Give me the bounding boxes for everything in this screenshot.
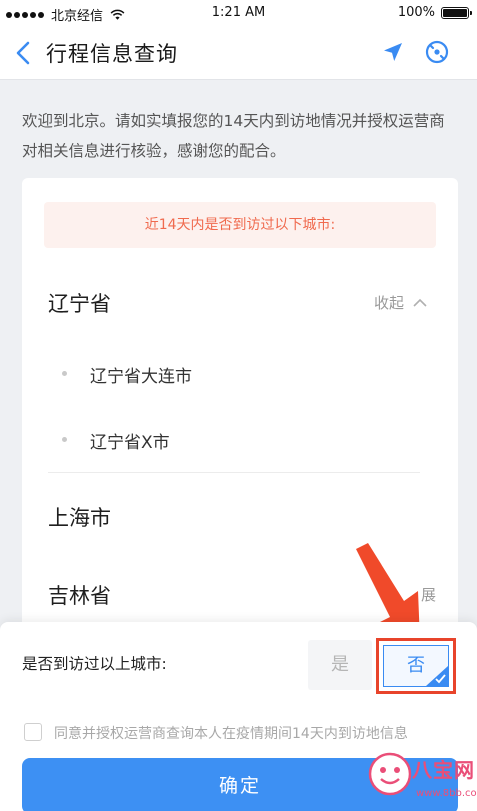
bullet-dot — [62, 437, 67, 442]
list-item: 辽宁省大连市 — [22, 356, 458, 392]
watermark-logo-icon — [368, 752, 412, 796]
status-bar: 北京经信 1:21 AM 100% — [0, 0, 477, 26]
option-no-button[interactable]: 否 — [383, 645, 449, 687]
province-row-shanghai[interactable]: 上海市 — [22, 496, 458, 536]
watermark-url: www.8bb.com — [416, 788, 477, 799]
back-arrow-icon[interactable] — [14, 40, 32, 66]
option-no-label: 否 — [407, 655, 425, 676]
visit-question: 是否到访过以上城市: — [22, 655, 167, 673]
battery-icon — [441, 6, 472, 19]
collapse-toggle[interactable]: 收起 — [374, 292, 428, 313]
nav-bar: 行程信息查询 — [0, 26, 477, 80]
consent-text: 同意并授权运营商查询本人在疫情期间14天内到访地信息 — [54, 726, 408, 742]
city-name: 辽宁省大连市 — [90, 367, 192, 387]
battery-fill — [443, 8, 467, 17]
province-name: 吉林省 — [48, 584, 111, 608]
chevron-up-icon — [413, 298, 427, 307]
close-mini-program-icon[interactable] — [424, 39, 450, 65]
divider — [48, 472, 420, 473]
status-right: 100% — [397, 5, 472, 20]
option-yes-button[interactable]: 是 — [308, 640, 372, 690]
collapse-label: 收起 — [373, 294, 404, 312]
list-item: 辽宁省X市 — [22, 422, 458, 458]
notice-banner: 近14天内是否到访过以下城市: — [44, 202, 436, 248]
province-name: 上海市 — [48, 506, 111, 530]
province-row-liaoning[interactable]: 辽宁省 收起 — [22, 282, 458, 322]
page-title: 行程信息查询 — [46, 42, 178, 66]
location-arrow-icon[interactable] — [381, 40, 405, 64]
intro-text: 欢迎到北京。请如实填报您的14天内到访地情况并授权运营商对相关信息进行核验，感谢… — [22, 112, 445, 160]
watermark-name: 八宝网 — [412, 758, 475, 782]
city-name: 辽宁省X市 — [90, 433, 170, 453]
bullet-dot — [62, 371, 67, 376]
consent-row: 同意并授权运营商查询本人在疫情期间14天内到访地信息 — [24, 722, 464, 744]
checkmark-corner-icon — [426, 666, 448, 686]
watermark: 八宝网 www.8bb.com — [368, 748, 477, 811]
option-no-highlight: 否 — [376, 638, 456, 694]
province-name: 辽宁省 — [48, 292, 111, 316]
battery-percent: 100% — [397, 5, 435, 20]
consent-checkbox[interactable] — [24, 723, 42, 741]
